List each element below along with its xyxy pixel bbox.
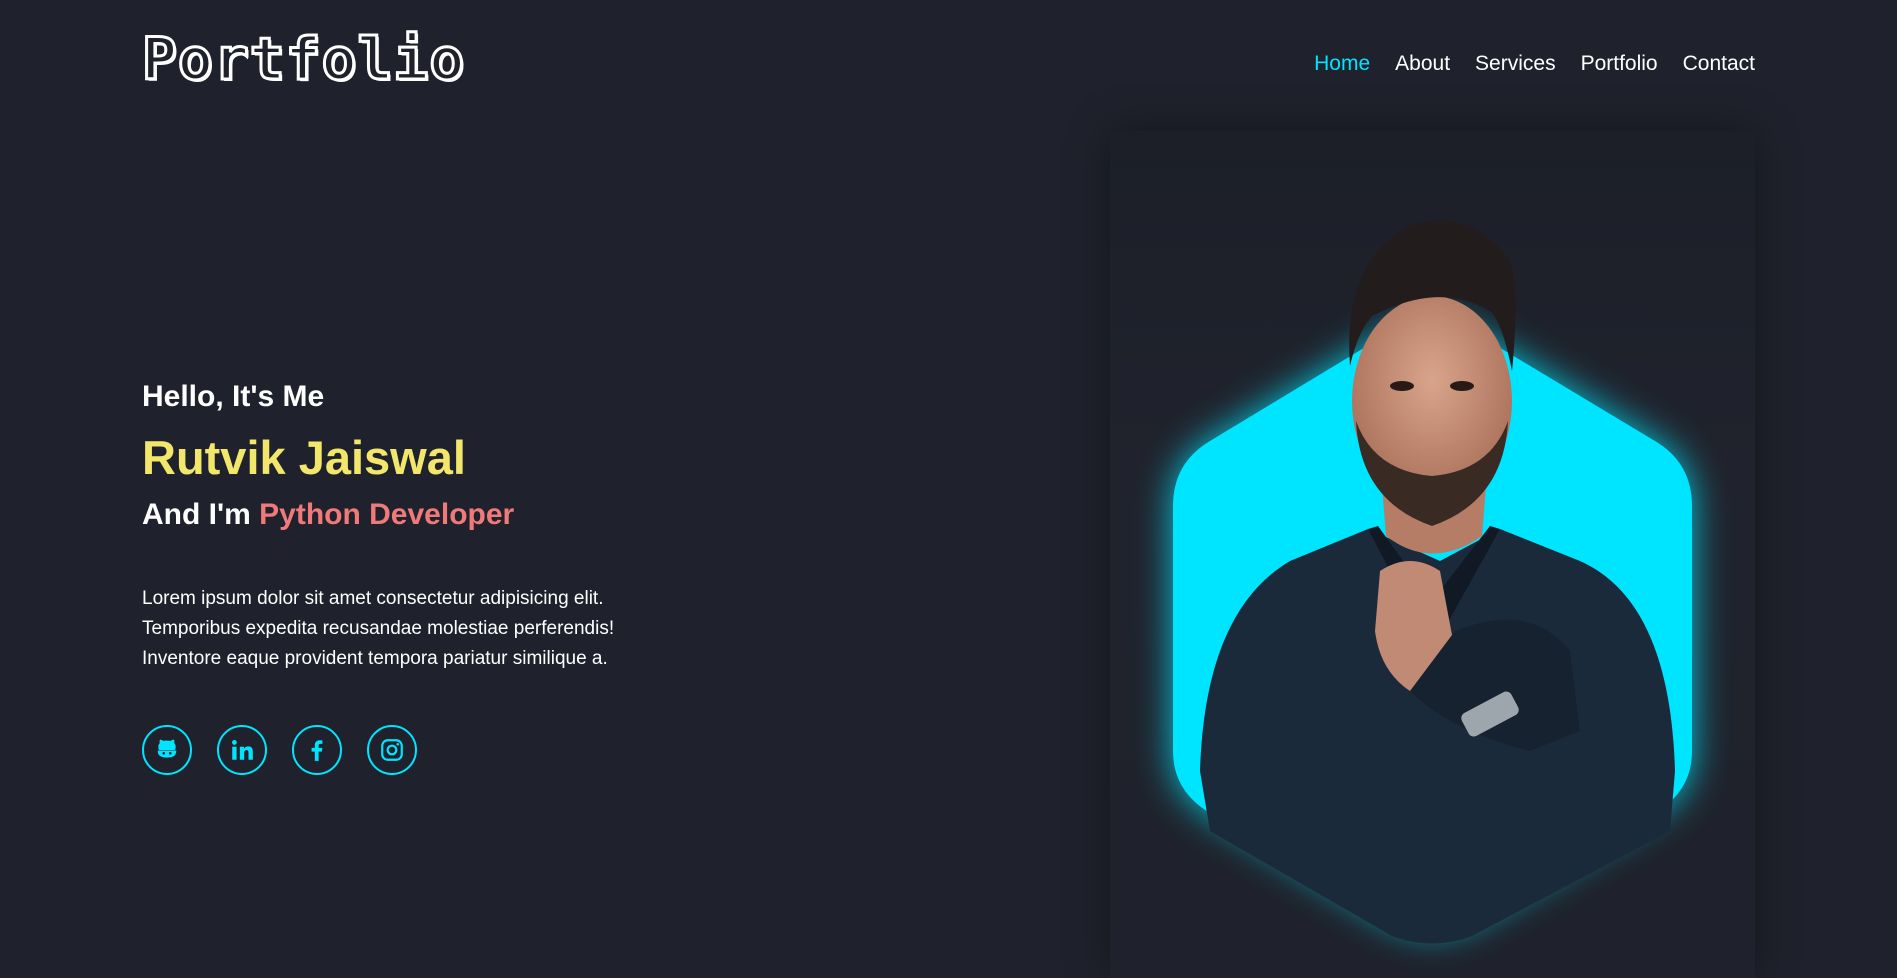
role-title: Python Developer xyxy=(259,497,515,531)
header: Portfolio Home About Services Portfolio … xyxy=(0,0,1897,132)
nav-about[interactable]: About xyxy=(1395,52,1450,76)
nav-contact[interactable]: Contact xyxy=(1683,52,1755,76)
facebook-icon xyxy=(311,739,323,761)
nav-home[interactable]: Home xyxy=(1314,52,1370,76)
portfolio-page: Portfolio Home About Services Portfolio … xyxy=(0,0,1897,978)
hero-role: And I'm Python Developer xyxy=(142,498,842,532)
description-line: Temporibus expedita recusandae molestiae… xyxy=(142,617,615,639)
nav-portfolio[interactable]: Portfolio xyxy=(1581,52,1658,76)
profile-photo xyxy=(1173,220,1692,944)
description-line: Inventore eaque provident tempora pariat… xyxy=(142,647,608,669)
profile-photo-card xyxy=(1110,131,1755,978)
linkedin-icon xyxy=(232,739,253,760)
main-nav: Home About Services Portfolio Contact xyxy=(1314,52,1755,76)
hero-text: Hello, It's Me Rutvik Jaiswal And I'm Py… xyxy=(142,380,842,775)
social-links xyxy=(142,724,842,775)
hero-name: Rutvik Jaiswal xyxy=(142,431,466,484)
github-link[interactable] xyxy=(142,724,192,775)
facebook-link[interactable] xyxy=(292,724,342,775)
logo[interactable]: Portfolio xyxy=(140,29,465,90)
hero-description: Lorem ipsum dolor sit amet consectetur a… xyxy=(142,584,662,674)
nav-services[interactable]: Services xyxy=(1475,52,1556,76)
linkedin-link[interactable] xyxy=(217,724,267,775)
github-icon xyxy=(157,739,177,758)
greeting: Hello, It's Me xyxy=(142,380,325,413)
instagram-link[interactable] xyxy=(367,724,417,775)
description-line: Lorem ipsum dolor sit amet consectetur a… xyxy=(142,587,604,609)
instagram-icon xyxy=(381,738,403,761)
role-prefix: And I'm xyxy=(142,497,251,531)
